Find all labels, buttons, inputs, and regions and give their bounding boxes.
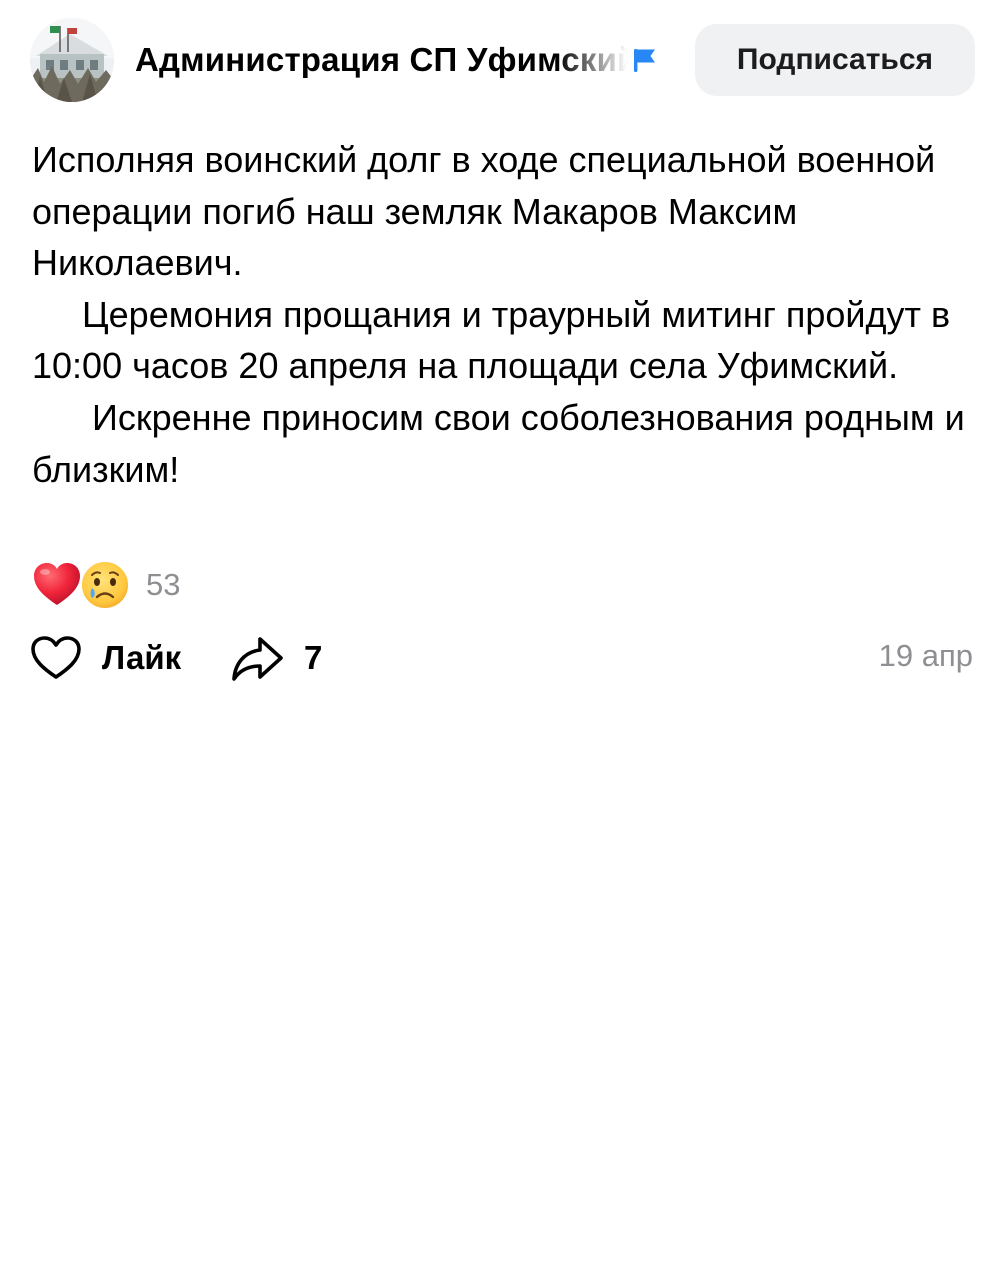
share-button[interactable]: 7 [230,630,322,686]
post-paragraph-2: Церемония прощания и траурный митинг про… [32,293,961,387]
author-name[interactable]: Администрация СП Уфимский [135,41,627,79]
reactions-summary[interactable]: 53 [30,558,180,612]
share-arrow-icon [232,637,283,681]
reactions-count: 53 [146,567,181,602]
verified-flag-icon [634,49,655,72]
red-heart-emoji-icon [34,563,80,605]
post-actions: Лайк 7 19 апр [30,630,975,686]
crying-face-emoji-icon [80,560,130,610]
wall-post: Администрация СП Уфимский Подписаться Ис… [0,0,1005,1280]
author[interactable]: Администрация СП Уфимский [135,38,665,82]
share-count: 7 [304,639,323,676]
avatar-image [30,18,114,102]
post-paragraph-1: Исполняя воинский долг в ходе специально… [32,139,946,284]
post-timestamp[interactable]: 19 апр [879,638,973,674]
subscribe-button[interactable]: Подписаться [695,24,975,96]
like-label: Лайк [102,639,182,676]
post-text: Исполняя воинский долг в ходе специально… [32,134,977,495]
avatar[interactable] [30,18,114,102]
post-header: Администрация СП Уфимский Подписаться [30,18,975,102]
like-button[interactable]: Лайк [30,630,181,686]
heart-outline-icon [31,636,81,679]
post-paragraph-3: Искренне приносим свои соболезнования ро… [32,396,975,490]
